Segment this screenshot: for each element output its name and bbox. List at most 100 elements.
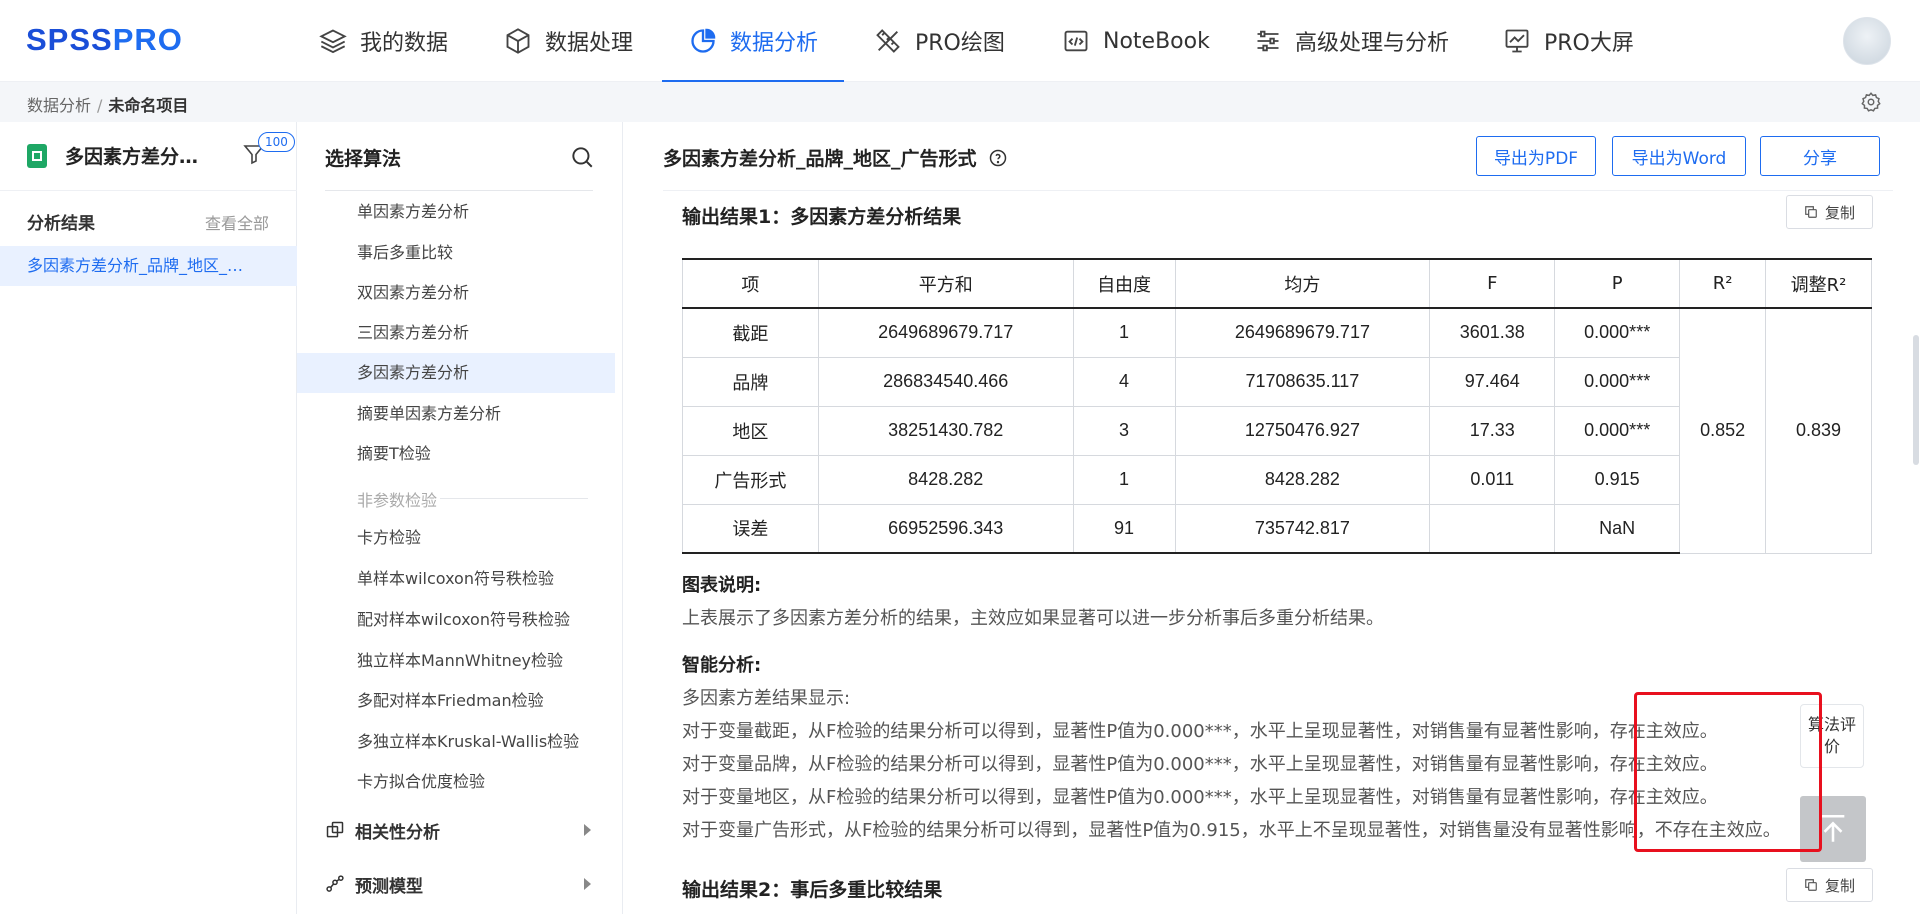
algorithm-item[interactable]: 三因素方差分析 xyxy=(297,313,615,353)
breadcrumb-current: 未命名项目 xyxy=(108,96,189,115)
ruler-pen-icon xyxy=(873,26,903,56)
algorithm-item[interactable]: 配对样本wilcoxon符号秩检验 xyxy=(297,600,615,640)
table-cell: 17.33 xyxy=(1429,405,1556,456)
view-all-link[interactable]: 查看全部 xyxy=(205,210,269,234)
table-cell: 0.000*** xyxy=(1554,307,1681,358)
table-cell: 0.000*** xyxy=(1554,405,1681,456)
nav-pro-drawing[interactable]: PRO绘图 xyxy=(873,0,1005,82)
copy-icon xyxy=(1804,878,1818,892)
project-header[interactable]: 多因素方差分… xyxy=(27,142,198,169)
algorithm-item-selected[interactable]: 多因素方差分析 xyxy=(297,353,615,393)
copy-button[interactable]: 复制 xyxy=(1786,195,1873,229)
breadcrumb-bar: 数据分析 / 未命名项目 xyxy=(0,82,1920,122)
column-header: 均方 xyxy=(1174,258,1431,309)
code-window-icon xyxy=(1061,26,1091,56)
project-name: 多因素方差分… xyxy=(65,146,199,168)
results-title: 分析结果 xyxy=(27,214,95,234)
column-header: 平方和 xyxy=(817,258,1074,309)
share-button[interactable]: 分享 xyxy=(1760,136,1880,176)
algorithm-item[interactable]: 单因素方差分析 xyxy=(297,192,615,232)
help-icon[interactable] xyxy=(989,149,1007,167)
table-cell: 8428.282 xyxy=(1174,454,1431,505)
table-cell: 1 xyxy=(1072,454,1176,505)
result-item-active[interactable]: 多因素方差分析_品牌_地区_… xyxy=(0,246,297,286)
correlation-icon xyxy=(325,820,345,840)
breadcrumb: 数据分析 / 未命名项目 xyxy=(27,92,188,116)
divider xyxy=(325,190,593,191)
gear-icon[interactable] xyxy=(1860,91,1882,113)
nav-advanced-analysis[interactable]: 高级处理与分析 xyxy=(1253,0,1449,82)
table-cell xyxy=(1429,503,1556,554)
category-correlation[interactable]: 相关性分析 xyxy=(325,810,615,850)
category-prediction[interactable]: 预测模型 xyxy=(325,864,615,904)
table-cell: 38251430.782 xyxy=(817,405,1074,456)
user-avatar[interactable] xyxy=(1843,17,1891,65)
sliders-icon xyxy=(1253,26,1283,56)
cube-icon xyxy=(503,26,533,56)
table-cell: 8428.282 xyxy=(817,454,1074,505)
spreadsheet-icon xyxy=(27,143,47,168)
spsspro-logo[interactable]: SPSSPRO xyxy=(26,22,183,58)
smart-analysis-label: 智能分析: xyxy=(682,655,762,676)
column-header: F xyxy=(1429,258,1556,309)
results-header: 分析结果 查看全部 xyxy=(0,190,297,246)
table-cell: 66952596.343 xyxy=(817,503,1074,554)
search-icon[interactable] xyxy=(569,144,595,170)
filter-count-badge: 100 xyxy=(258,132,295,152)
algorithm-item[interactable]: 多配对样本Friedman检验 xyxy=(297,681,615,721)
table-cell: 广告形式 xyxy=(682,454,819,505)
algorithm-item[interactable]: 事后多重比较 xyxy=(297,233,615,273)
nav-pro-dashboard[interactable]: PRO大屏 xyxy=(1502,0,1634,82)
table-cell: NaN xyxy=(1554,503,1681,554)
table-cell: 2649689679.717 xyxy=(817,307,1074,358)
table-cell: 12750476.927 xyxy=(1174,405,1431,456)
table-row: 截距 2649689679.717 1 2649689679.717 3601.… xyxy=(682,307,1872,554)
table-cell: 3 xyxy=(1072,405,1176,456)
caret-right-icon xyxy=(584,824,591,836)
table-cell: 品牌 xyxy=(682,356,819,407)
table-cell: 3601.38 xyxy=(1429,307,1556,358)
divider xyxy=(663,190,1893,191)
smart-analysis-line: 对于变量广告形式，从F检验的结果分析可以得到，显著性P值为0.915，水平上不呈… xyxy=(682,820,1781,841)
copy-button[interactable]: 复制 xyxy=(1786,868,1873,902)
r2-cell: 0.852 xyxy=(1679,307,1767,554)
prediction-icon xyxy=(325,874,345,894)
algorithm-item[interactable]: 卡方拟合优度检验 xyxy=(297,762,615,802)
table-cell: 误差 xyxy=(682,503,819,554)
export-word-button[interactable]: 导出为Word xyxy=(1612,136,1746,176)
layers-icon xyxy=(318,26,348,56)
table-cell: 0.915 xyxy=(1554,454,1681,505)
algorithm-item[interactable]: 摘要T检验 xyxy=(297,434,615,474)
algorithm-item[interactable]: 双因素方差分析 xyxy=(297,273,615,313)
page-scrollbar[interactable] xyxy=(1913,335,1919,465)
page-title: 多因素方差分析_品牌_地区_广告形式 xyxy=(663,144,1007,171)
highlight-annotation-box xyxy=(1634,692,1822,852)
export-pdf-button[interactable]: 导出为PDF xyxy=(1476,136,1596,176)
nav-data-processing[interactable]: 数据处理 xyxy=(503,0,633,82)
smart-analysis-line: 对于变量地区，从F检验的结果分析可以得到，显著性P值为0.000***，水平上呈… xyxy=(682,787,1718,808)
table-cell: 71708635.117 xyxy=(1174,356,1431,407)
algorithm-item[interactable]: 单样本wilcoxon符号秩检验 xyxy=(297,559,615,599)
nav-notebook[interactable]: NoteBook xyxy=(1061,0,1210,82)
table-cell: 0.000*** xyxy=(1554,356,1681,407)
algorithm-item[interactable]: 摘要单因素方差分析 xyxy=(297,394,615,434)
chart-note-label: 图表说明: xyxy=(682,575,762,596)
algorithm-item[interactable]: 独立样本MannWhitney检验 xyxy=(297,641,615,681)
nav-data-analysis[interactable]: 数据分析 xyxy=(661,0,845,82)
smart-analysis-line: 对于变量品牌，从F检验的结果分析可以得到，显著性P值为0.000***，水平上呈… xyxy=(682,754,1718,775)
table-cell: 截距 xyxy=(682,307,819,358)
algorithm-item[interactable]: 多独立样本Kruskal-Wallis检验 xyxy=(297,722,615,762)
smart-analysis-line: 多因素方差结果显示: xyxy=(682,688,851,709)
column-header: R² xyxy=(1679,258,1767,309)
column-header: P xyxy=(1554,258,1681,309)
algorithm-panel-title: 选择算法 xyxy=(325,148,402,170)
table-cell: 2649689679.717 xyxy=(1174,307,1431,358)
nav-my-data[interactable]: 我的数据 xyxy=(318,0,448,82)
copy-icon xyxy=(1804,205,1818,219)
caret-right-icon xyxy=(584,878,591,890)
algorithm-item[interactable]: 卡方检验 xyxy=(297,518,615,558)
adj-r2-cell: 0.839 xyxy=(1765,307,1872,554)
table-cell: 91 xyxy=(1072,503,1176,554)
breadcrumb-root[interactable]: 数据分析 xyxy=(27,96,91,115)
section-title-anova: 输出结果1：多因素方差分析结果 xyxy=(682,206,962,228)
